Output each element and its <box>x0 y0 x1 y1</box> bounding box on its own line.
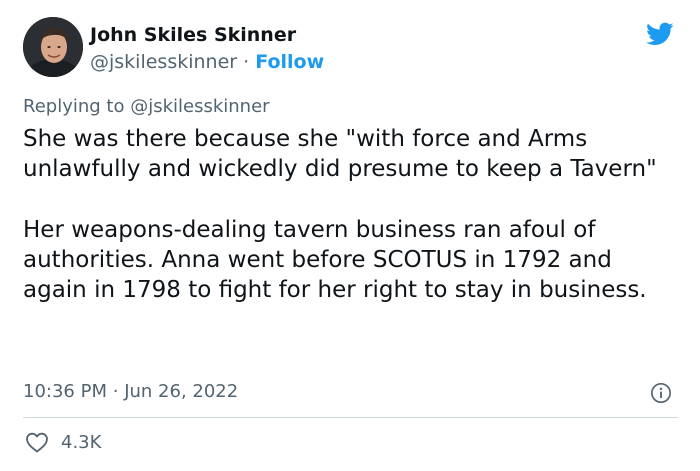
tweet-timestamp[interactable]: 10:36 PM · Jun 26, 2022 <box>23 380 238 404</box>
author-handle[interactable]: @jskilesskinner <box>90 51 237 73</box>
author-handle-row: @jskilesskinner · Follow <box>90 50 324 74</box>
tweet-paragraph-1: She was there because she "with force an… <box>23 126 657 182</box>
tweet-paragraph-2: Her weapons-dealing tavern business ran … <box>23 217 647 303</box>
reply-prefix: Replying to <box>23 96 125 117</box>
like-button[interactable]: 4.3K <box>25 431 101 453</box>
info-icon[interactable] <box>650 382 672 404</box>
meta-separator: · <box>112 381 119 402</box>
reply-context: Replying to @jskilesskinner <box>23 95 270 119</box>
author-name[interactable]: John Skiles Skinner <box>90 23 296 47</box>
avatar[interactable] <box>23 17 83 77</box>
divider <box>23 417 678 418</box>
tweet-body: She was there because she "with force an… <box>23 124 678 305</box>
handle-separator: · <box>243 51 250 73</box>
tweet-time: 10:36 PM <box>23 381 107 402</box>
twitter-bird-icon[interactable] <box>644 20 676 48</box>
tweet-date: Jun 26, 2022 <box>124 381 239 402</box>
heart-icon <box>26 432 48 453</box>
reply-mention[interactable]: @jskilesskinner <box>130 96 269 117</box>
follow-button[interactable]: Follow <box>255 51 324 73</box>
like-count: 4.3K <box>61 431 102 453</box>
